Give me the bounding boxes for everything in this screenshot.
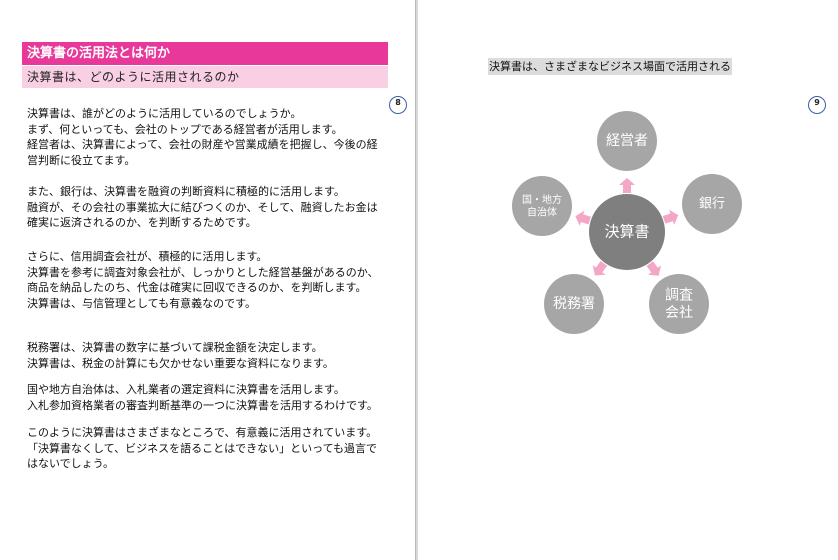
section-title: 決算書の活用法とは何か bbox=[22, 42, 388, 65]
paragraph: このように決算書はさまざまなところで、有意義に活用されています。 「決算書なくし… bbox=[27, 425, 392, 472]
diagram-arrow bbox=[619, 178, 635, 193]
section-subtitle: 決算書は、どのように活用されるのか bbox=[22, 66, 388, 88]
paragraph: 税務署は、決算書の数字に基づいて課税金額を決定します。 決算書は、税金の計算にも… bbox=[27, 340, 392, 371]
figure-caption: 決算書は、さまざまなビジネス場面で活用される bbox=[488, 58, 732, 75]
diagram-node-label: 税務署 bbox=[553, 296, 595, 312]
text-line: まず、何といっても、会社のトップである経営者が活用します。 bbox=[27, 122, 343, 136]
diagram-node-label: 調査 bbox=[665, 287, 693, 303]
text-line: 「決算書なくして、ビジネスを語ることはできない」といっても過言で bbox=[27, 441, 378, 455]
text-line: 国や地方自治体は、入札業者の選定資料に決算書を活用します。 bbox=[27, 383, 345, 396]
text-line: 経営者は、決算書によって、会社の財産や営業成績を把握し、今後の経 bbox=[27, 138, 378, 151]
paragraph: 国や地方自治体は、入札業者の選定資料に決算書を活用します。 入札参加資格業者の審… bbox=[27, 382, 392, 413]
diagram-arrow bbox=[662, 209, 679, 225]
text-line: 決算書は、与信管理としても有意義なのです。 bbox=[27, 296, 257, 310]
center-group: 決算書 bbox=[589, 194, 665, 270]
text-line: また、銀行は、決算書を融資の判断資料に積極的に活用します。 bbox=[27, 185, 345, 198]
cycle-diagram: 経営者銀行調査会社 税務署 国・地方自治体 決算書 bbox=[512, 111, 742, 334]
text-line: 確実に返済されるのか、を判断するためです。 bbox=[27, 216, 257, 229]
diagram-node-label: 経営者 bbox=[606, 133, 648, 149]
diagram-node bbox=[512, 176, 572, 236]
text-line: このように決算書はさまざまなところで、有意義に活用されています。 bbox=[27, 426, 378, 439]
text-line: 決算書を参考に調査対象会社が、しっかりとした経営基盤があるのか、 bbox=[27, 265, 379, 279]
text-line: 決算書は、税金の計算にも欠かせない重要な資料になります。 bbox=[27, 356, 334, 370]
page-number-badge: 9 bbox=[808, 96, 826, 114]
text-line: 入札参加資格業者の審査判断基準の一つに決算書を活用するわけです。 bbox=[27, 398, 378, 412]
paragraph: さらに、信用調査会社が、積極的に活用します。 決算書を参考に調査対象会社が、しっ… bbox=[27, 249, 392, 311]
diagram-center-label: 決算書 bbox=[604, 223, 649, 241]
text-line: 営判断に役立てます。 bbox=[27, 153, 136, 167]
text-line: はないでしょう。 bbox=[27, 457, 115, 470]
text-line: 決算書は、誰がどのように活用しているのでしょうか。 bbox=[27, 107, 302, 120]
diagram-node-label: 会社 bbox=[665, 305, 693, 321]
left-page: 決算書の活用法とは何か 決算書は、どのように活用されるのか 8 決算書は、誰がど… bbox=[0, 0, 415, 560]
text-line: 商品を納品したのち、代金は確実に回収できるのか、を判断します。 bbox=[27, 281, 367, 294]
text-line: 融資が、その会社の事業拡大に結びつくのか、そして、融資したお金は bbox=[27, 200, 378, 214]
diagram-node-label: 自治体 bbox=[527, 205, 557, 218]
paragraph: 決算書は、誰がどのように活用しているのでしょうか。 まず、何といっても、会社のト… bbox=[27, 106, 392, 168]
text-line: 税務署は、決算書の数字に基づいて課税金額を決定します。 bbox=[27, 341, 323, 354]
diagram-arrow bbox=[575, 210, 591, 226]
diagram-node-label: 銀行 bbox=[699, 197, 725, 212]
text-line: さらに、信用調査会社が、積極的に活用します。 bbox=[27, 250, 268, 263]
diagram-node-label: 国・地方 bbox=[522, 193, 562, 206]
paragraph: また、銀行は、決算書を融資の判断資料に積極的に活用します。 融資が、その会社の事… bbox=[27, 184, 392, 231]
